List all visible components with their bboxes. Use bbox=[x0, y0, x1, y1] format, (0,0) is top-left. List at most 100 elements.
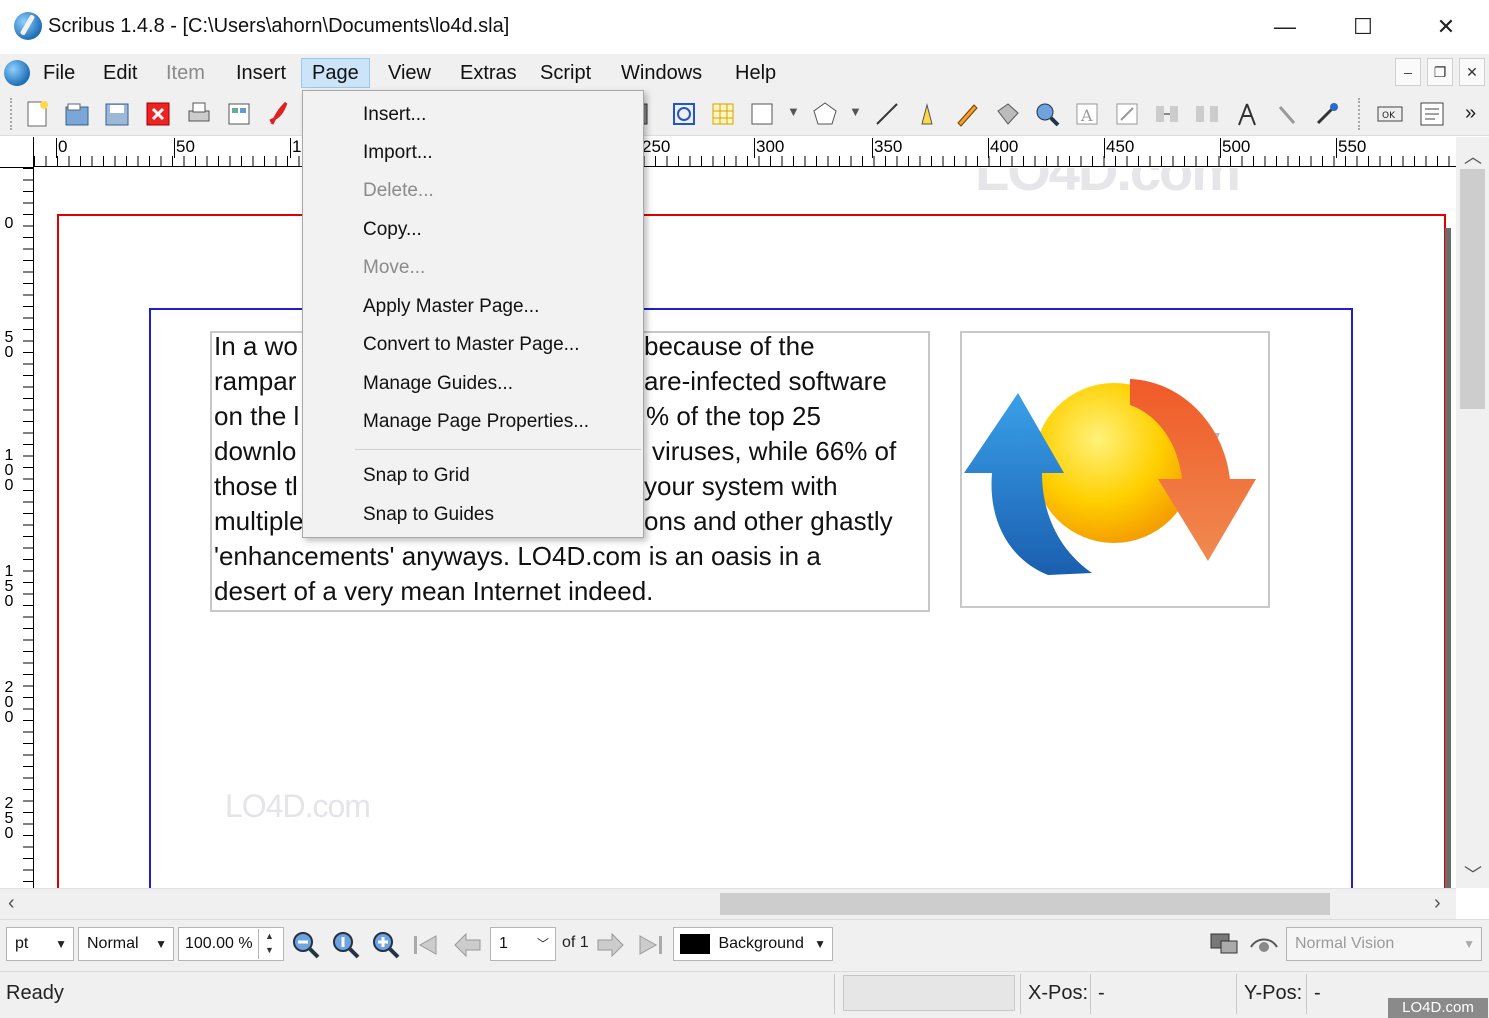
link-frames-icon[interactable] bbox=[1152, 99, 1182, 129]
page-menu-move: Move... bbox=[363, 257, 426, 278]
measure-icon[interactable] bbox=[1232, 99, 1262, 129]
ruler-label: 0 bbox=[56, 137, 68, 158]
polygon-dropdown-icon[interactable]: ▼ bbox=[849, 104, 862, 119]
rotate-icon[interactable] bbox=[992, 99, 1022, 129]
ruler-label: 350 bbox=[872, 137, 903, 158]
menu-script[interactable]: Script bbox=[530, 58, 601, 88]
menu-item[interactable]: Item bbox=[156, 58, 215, 88]
print-icon[interactable] bbox=[184, 99, 214, 129]
horizontal-scroll-thumb[interactable] bbox=[720, 893, 1330, 915]
vertical-ruler[interactable]: 0 50 100 150 200 250 bbox=[0, 168, 34, 888]
unit-select[interactable]: pt ▼ bbox=[6, 927, 74, 961]
bezier-icon[interactable] bbox=[912, 99, 942, 129]
page-menu-convert-to-master-page[interactable]: Convert to Master Page... bbox=[303, 327, 643, 363]
status-separator bbox=[1020, 974, 1021, 1014]
edit-text-icon[interactable]: A bbox=[1072, 99, 1102, 129]
shape-dropdown-icon[interactable]: ▼ bbox=[787, 104, 800, 119]
page-menu-snap-to-grid[interactable]: Snap to Grid bbox=[303, 458, 643, 494]
mdi-restore-button[interactable]: ❐ bbox=[1427, 58, 1453, 86]
close-document-icon[interactable] bbox=[143, 99, 173, 129]
vertical-scroll-thumb[interactable] bbox=[1460, 169, 1485, 409]
table-icon[interactable] bbox=[708, 99, 738, 129]
vertical-ruler-ticks bbox=[23, 168, 33, 888]
export-pdf-icon[interactable] bbox=[264, 99, 294, 129]
menu-edit[interactable]: Edit bbox=[93, 58, 147, 88]
x-pos-label: X-Pos: bbox=[1028, 982, 1089, 1004]
close-window-button[interactable]: ✕ bbox=[1423, 10, 1469, 44]
zoom-icon[interactable] bbox=[1032, 99, 1062, 129]
scroll-left-icon[interactable]: ‹ bbox=[8, 892, 15, 915]
ruler-label: 50 bbox=[4, 329, 14, 361]
maximize-button[interactable]: ☐ bbox=[1340, 10, 1386, 44]
menu-extras[interactable]: Extras bbox=[450, 58, 527, 88]
image-frame[interactable] bbox=[960, 331, 1270, 608]
ruler-label: 550 bbox=[1336, 137, 1367, 158]
text-line-full: desert of a very mean Internet indeed. bbox=[214, 576, 654, 606]
line-icon[interactable] bbox=[872, 99, 902, 129]
menu-insert[interactable]: Insert bbox=[226, 58, 296, 88]
freehand-icon[interactable] bbox=[952, 99, 982, 129]
zoom-in-icon[interactable] bbox=[370, 929, 402, 961]
preview-mode-icon[interactable] bbox=[1208, 929, 1240, 961]
zoom-value: 100.00 % bbox=[185, 935, 253, 952]
ruler-origin[interactable] bbox=[0, 137, 34, 168]
render-frame-icon[interactable] bbox=[669, 99, 699, 129]
zoom-100-icon[interactable] bbox=[330, 929, 362, 961]
view-mode-select[interactable]: Normal ▼ bbox=[78, 927, 174, 961]
zoom-stepper[interactable]: ▲ ▼ bbox=[258, 929, 280, 959]
scroll-right-icon[interactable]: › bbox=[1434, 892, 1441, 915]
page-menu-manage-page-properties[interactable]: Manage Page Properties... bbox=[303, 404, 643, 440]
toolbar-grip-2[interactable] bbox=[1358, 98, 1362, 130]
minimize-button[interactable]: — bbox=[1262, 10, 1308, 44]
page-menu-copy[interactable]: Copy... bbox=[303, 212, 643, 248]
first-page-icon[interactable] bbox=[410, 929, 442, 961]
page-menu-apply-master-page[interactable]: Apply Master Page... bbox=[303, 289, 643, 325]
menu-file[interactable]: File bbox=[33, 58, 85, 88]
eyedropper-icon[interactable] bbox=[1312, 99, 1342, 129]
eye-icon[interactable] bbox=[1248, 929, 1280, 961]
menu-page[interactable]: Page bbox=[301, 58, 370, 88]
next-page-icon[interactable] bbox=[594, 929, 626, 961]
vertical-scrollbar[interactable]: ︿ ﹀ bbox=[1456, 137, 1489, 888]
preflight-icon[interactable] bbox=[224, 99, 254, 129]
horizontal-scrollbar[interactable]: ‹ › bbox=[0, 888, 1456, 919]
mdi-minimize-button[interactable]: – bbox=[1395, 58, 1421, 86]
unlink-frames-icon[interactable] bbox=[1192, 99, 1222, 129]
page-menu-import[interactable]: Import... bbox=[303, 135, 643, 171]
menu-windows[interactable]: Windows bbox=[611, 58, 712, 88]
horizontal-ruler[interactable]: 0 50 1 250 300 350 400 450 500 550 bbox=[34, 137, 1456, 167]
menu-bar: File Edit Item Insert Page View Extras S… bbox=[0, 54, 1489, 92]
mdi-close-button[interactable]: ✕ bbox=[1459, 58, 1485, 86]
page-menu-snap-to-guides[interactable]: Snap to Guides bbox=[303, 497, 643, 533]
layer-value: Background bbox=[718, 935, 804, 952]
page-menu-manage-guides[interactable]: Manage Guides... bbox=[303, 366, 643, 402]
layer-select[interactable]: Background ▼ bbox=[673, 927, 833, 961]
pdf-textfield-icon[interactable] bbox=[1417, 99, 1447, 129]
page-shadow bbox=[1445, 228, 1451, 888]
shape-icon[interactable] bbox=[748, 99, 778, 129]
menu-logo-icon bbox=[4, 60, 30, 86]
toolbar-grip[interactable] bbox=[10, 98, 14, 130]
page-number-select[interactable]: 1 ﹀ bbox=[490, 927, 556, 961]
new-document-icon[interactable] bbox=[22, 99, 52, 129]
document-canvas[interactable]: LO4D.com In a wo because of the rampar a… bbox=[35, 168, 1456, 888]
toolbar-overflow-button[interactable]: » bbox=[1465, 102, 1476, 125]
menu-view[interactable]: View bbox=[378, 58, 441, 88]
menu-help[interactable]: Help bbox=[725, 58, 786, 88]
open-icon[interactable] bbox=[62, 99, 92, 129]
scroll-down-icon[interactable]: ﹀ bbox=[1464, 861, 1482, 887]
pdf-button-icon[interactable]: OK bbox=[1375, 99, 1405, 129]
last-page-icon[interactable] bbox=[634, 929, 666, 961]
view-mode-value: Normal bbox=[87, 935, 139, 952]
page-menu-insert[interactable]: Insert... bbox=[303, 97, 643, 133]
edit-contents-icon[interactable] bbox=[1112, 99, 1142, 129]
scroll-up-icon[interactable]: ︿ bbox=[1464, 143, 1482, 169]
status-message: Ready bbox=[6, 982, 64, 1004]
svg-text:OK: OK bbox=[1382, 111, 1396, 121]
polygon-icon[interactable] bbox=[810, 99, 840, 129]
copy-properties-icon[interactable] bbox=[1272, 99, 1302, 129]
zoom-out-icon[interactable] bbox=[290, 929, 322, 961]
save-icon[interactable] bbox=[102, 99, 132, 129]
previous-page-icon[interactable] bbox=[452, 929, 484, 961]
window-title: Scribus 1.4.8 - [C:\Users\ahorn\Document… bbox=[48, 15, 510, 37]
